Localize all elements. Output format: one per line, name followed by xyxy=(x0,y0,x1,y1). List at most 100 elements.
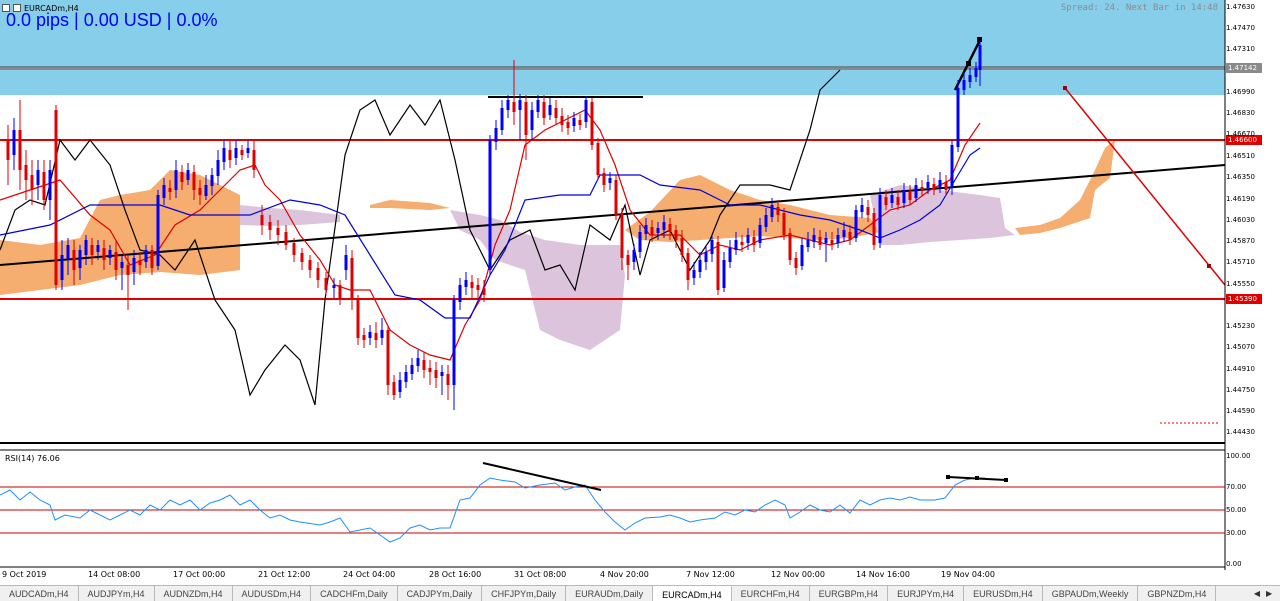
candle-body xyxy=(878,195,882,243)
candle-body xyxy=(12,130,16,155)
tab-audjpym-h4[interactable]: AUDJPYm,H4 xyxy=(79,586,155,601)
candle-body xyxy=(446,374,450,385)
candle-body xyxy=(362,335,366,340)
candle-body xyxy=(488,140,492,270)
candle-body xyxy=(884,197,888,205)
candle-body xyxy=(228,150,232,160)
candle-body xyxy=(114,252,118,270)
trendline-red-anchor-2 xyxy=(1207,264,1211,268)
chart-window[interactable]: EURCADm,H4 0.0 pips | 0.00 USD | 0.0% Sp… xyxy=(0,0,1280,601)
price-axis-label: 1.46830 xyxy=(1226,109,1255,117)
level-high-tag: 1.46600 xyxy=(1228,136,1257,144)
candle-body xyxy=(458,285,462,302)
candle-body xyxy=(632,250,636,262)
candle-body xyxy=(90,245,94,255)
tab-scroll-left-icon[interactable]: ◀ xyxy=(1254,589,1260,598)
candle-body xyxy=(842,230,846,237)
candle-body xyxy=(204,185,208,196)
candle-body xyxy=(572,118,576,126)
tab-scroll-right-icon[interactable]: ▶ xyxy=(1266,589,1272,598)
tab-audcadm-h4[interactable]: AUDCADm,H4 xyxy=(0,586,79,601)
candle-body xyxy=(554,108,558,118)
kumo-cloud-bull-2 xyxy=(370,200,450,210)
candle-body xyxy=(662,222,666,230)
candle-body xyxy=(620,213,624,258)
symbol-tabs: AUDCADm,H4 AUDJPYm,H4 AUDNZDm,H4 AUDUSDm,H4… xyxy=(0,585,1280,601)
tab-eurjpym-h4[interactable]: EURJPYm,H4 xyxy=(888,586,965,601)
candle-body xyxy=(770,205,774,217)
candle-body xyxy=(818,237,822,245)
price-axis-label: 1.45550 xyxy=(1226,280,1255,288)
candle-body xyxy=(246,148,250,153)
candle-body xyxy=(944,182,948,190)
price-axis-label: 1.46990 xyxy=(1226,88,1255,96)
rsi-marker-2 xyxy=(975,476,979,480)
tab-eurchfm-h4[interactable]: EURCHFm,H4 xyxy=(732,586,810,601)
candle-body xyxy=(506,100,510,110)
time-axis-label: 14 Nov 16:00 xyxy=(856,570,910,579)
tab-audusdm-h4[interactable]: AUDUSDm,H4 xyxy=(233,586,312,601)
rsi-marker-3 xyxy=(1004,478,1008,482)
candle-body xyxy=(332,285,336,288)
candle-body xyxy=(524,102,528,135)
candle-body xyxy=(548,105,552,115)
candle-body xyxy=(120,262,124,268)
candle-body xyxy=(674,230,678,240)
candle-body xyxy=(722,260,726,288)
candle-body xyxy=(596,143,600,175)
time-axis-label: 19 Nov 04:00 xyxy=(941,570,995,579)
candle-body xyxy=(758,225,762,243)
candle-body xyxy=(216,160,220,176)
trendline-red-anchor-1 xyxy=(1063,86,1067,90)
candle-body xyxy=(386,330,390,385)
tab-chfjpym-daily[interactable]: CHFJPYm,Daily xyxy=(482,586,567,601)
candle-body xyxy=(464,280,468,287)
candle-body xyxy=(284,232,288,245)
candle-body xyxy=(578,120,582,125)
candle-body xyxy=(788,233,792,260)
tab-audnzdm-h4[interactable]: AUDNZDm,H4 xyxy=(155,586,233,601)
candle-body xyxy=(518,100,522,110)
tab-gbpaudm-weekly[interactable]: GBPAUDm,Weekly xyxy=(1043,586,1139,601)
candle-body xyxy=(324,278,328,290)
candle-body xyxy=(860,205,864,212)
candle-body xyxy=(566,122,570,128)
candle-body xyxy=(560,116,564,125)
candle-body xyxy=(530,110,534,130)
kumo-cloud-bear-1 xyxy=(240,205,340,226)
candle-body xyxy=(872,213,876,245)
tab-eurcadm-h4[interactable]: EURCADm,H4 xyxy=(653,586,732,601)
candle-body xyxy=(292,243,296,255)
candle-body xyxy=(584,100,588,122)
candle-body xyxy=(470,282,474,288)
tab-cadchfm-daily[interactable]: CADCHFm,Daily xyxy=(311,586,398,601)
kumo-cloud-bull-4 xyxy=(1015,140,1115,235)
candle-body xyxy=(830,240,834,245)
time-axis-label: 24 Oct 04:00 xyxy=(343,570,396,579)
candle-body xyxy=(968,75,972,82)
tab-euraudm-daily[interactable]: EURAUDm,Daily xyxy=(566,586,654,601)
candle-body xyxy=(42,172,46,200)
tab-eurusdm-h4[interactable]: EURUSDm,H4 xyxy=(964,586,1043,601)
candle-body xyxy=(84,240,88,255)
tab-eurgbpm-h4[interactable]: EURGBPm,H4 xyxy=(810,586,889,601)
candle-body xyxy=(144,250,148,262)
candle-body xyxy=(920,187,924,190)
candle-body xyxy=(380,330,384,338)
candle-body xyxy=(78,250,82,268)
candle-body xyxy=(854,210,858,238)
tab-gbpnzdm-h4[interactable]: GBPNZDm,H4 xyxy=(1138,586,1217,601)
candle-body xyxy=(300,253,304,262)
level-low-tag: 1.45390 xyxy=(1228,295,1257,303)
candle-body xyxy=(656,228,660,233)
candle-body xyxy=(252,150,256,170)
candle-body xyxy=(746,235,750,243)
candle-body xyxy=(764,215,768,227)
price-chart[interactable] xyxy=(0,0,1280,585)
price-axis-label: 1.46190 xyxy=(1226,195,1255,203)
tab-cadjpym-daily[interactable]: CADJPYm,Daily xyxy=(398,586,483,601)
candle-body xyxy=(716,242,720,290)
candle-body xyxy=(938,180,942,188)
pips-readout: 0.0 pips | 0.00 USD | 0.0% xyxy=(6,10,218,30)
candle-body xyxy=(824,238,828,243)
